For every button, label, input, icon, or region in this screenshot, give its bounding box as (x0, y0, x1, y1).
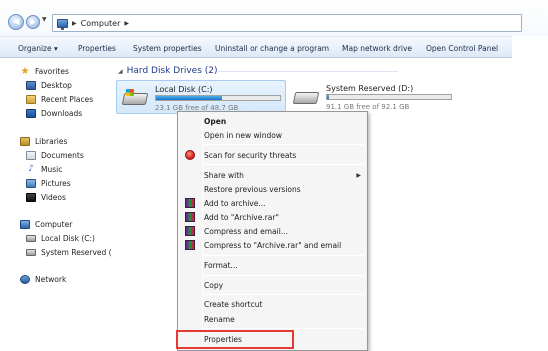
documents-icon (26, 151, 36, 160)
security-shield-icon (185, 150, 195, 160)
command-bar: Organize ▾ Properties System properties … (0, 36, 512, 58)
drive-usage-fill (156, 96, 222, 100)
videos-icon (26, 193, 36, 202)
submenu-arrow-icon: ▶ (356, 171, 361, 179)
nav-local-disk[interactable]: Local Disk (C:) (26, 234, 95, 243)
nav-pictures[interactable]: Pictures (26, 179, 71, 188)
drive-name: System Reserved (D:) (326, 84, 414, 93)
menu-separator (204, 294, 364, 295)
explorer-window: ◀ ▶ ▼ ▶ Computer ▶ Organize ▾ Properties… (0, 0, 548, 351)
nav-network[interactable]: Network (20, 275, 66, 284)
menu-separator (204, 328, 364, 329)
star-icon: ★ (20, 66, 30, 77)
pictures-icon (26, 179, 36, 188)
open-control-panel-button[interactable]: Open Control Panel (426, 44, 498, 53)
menu-separator (204, 144, 364, 145)
properties-highlight-box (176, 330, 294, 349)
recent-places-icon (26, 95, 36, 104)
libraries-icon (20, 137, 30, 146)
drive-usage-fill (327, 95, 330, 99)
menu-separator (204, 164, 364, 165)
group-divider (218, 71, 398, 72)
winrar-icon (185, 198, 195, 208)
hard-drive-icon (26, 249, 36, 256)
navigation-pane: ★ Favorites Desktop Recent Places Downloa… (0, 58, 112, 351)
downloads-icon (26, 109, 36, 118)
nav-documents[interactable]: Documents (26, 151, 84, 160)
chevron-right-icon[interactable]: ▶ (72, 20, 77, 27)
map-network-drive-button[interactable]: Map network drive (342, 44, 412, 53)
forward-button[interactable]: ▶ (26, 15, 40, 29)
recent-pages-dropdown[interactable]: ▼ (42, 16, 50, 26)
menu-item-rename[interactable]: Rename (180, 312, 365, 326)
nav-downloads[interactable]: Downloads (26, 109, 82, 118)
address-bar[interactable]: ▶ Computer ▶ (52, 14, 522, 32)
nav-music[interactable]: ♪ Music (26, 164, 62, 175)
window-margin (512, 36, 548, 351)
collapse-arrow-icon[interactable]: ◢ (118, 68, 123, 75)
nav-favorites[interactable]: ★ Favorites (20, 66, 69, 77)
computer-icon (20, 220, 30, 229)
hard-drive-icon (292, 88, 320, 106)
hard-drive-icon (121, 89, 149, 107)
chevron-right-icon[interactable]: ▶ (124, 20, 129, 27)
address-row: ◀ ▶ ▼ ▶ Computer ▶ (0, 0, 548, 36)
breadcrumb-computer[interactable]: Computer (81, 19, 121, 28)
properties-button[interactable]: Properties (78, 44, 116, 53)
drive-tile-c[interactable]: Local Disk (C:) 23.1 GB free of 48.7 GB (116, 80, 286, 114)
menu-item-format[interactable]: Format... (180, 258, 365, 272)
music-icon: ♪ (28, 164, 34, 174)
menu-item-compress-rar-email[interactable]: Compress to "Archive.rar" and email (180, 238, 365, 252)
nav-desktop[interactable]: Desktop (26, 81, 72, 90)
menu-separator (204, 275, 364, 276)
winrar-icon (185, 240, 195, 250)
menu-item-create-shortcut[interactable]: Create shortcut (180, 297, 365, 311)
uninstall-program-button[interactable]: Uninstall or change a program (215, 44, 329, 53)
winrar-icon (185, 226, 195, 236)
desktop-icon (26, 81, 36, 90)
forward-arrow-icon: ▶ (30, 18, 36, 26)
menu-item-open[interactable]: Open (180, 114, 365, 128)
network-icon (20, 275, 30, 284)
drive-name: Local Disk (C:) (155, 85, 213, 94)
menu-item-copy[interactable]: Copy (180, 278, 365, 292)
menu-item-compress-email[interactable]: Compress and email... (180, 224, 365, 238)
menu-separator (204, 255, 364, 256)
menu-item-add-rar[interactable]: Add to "Archive.rar" (180, 210, 365, 224)
nav-computer[interactable]: Computer (20, 220, 72, 229)
drive-usage-bar (326, 94, 452, 100)
menu-item-add-archive[interactable]: Add to archive... (180, 196, 365, 210)
menu-item-open-new-window[interactable]: Open in new window (180, 128, 365, 142)
drive-tile-d[interactable]: System Reserved (D:) 91.1 GB free of 92.… (288, 80, 458, 114)
group-header[interactable]: ◢ Hard Disk Drives (2) (118, 66, 218, 76)
menu-item-scan[interactable]: Scan for security threats (180, 148, 365, 162)
organize-menu[interactable]: Organize ▾ (18, 44, 58, 53)
drive-usage-bar (155, 95, 281, 101)
nav-recent-places[interactable]: Recent Places (26, 95, 93, 104)
back-button[interactable]: ◀ (8, 14, 24, 30)
nav-system-reserved[interactable]: System Reserved (D: (26, 248, 112, 257)
winrar-icon (185, 212, 195, 222)
nav-videos[interactable]: Videos (26, 193, 66, 202)
system-properties-button[interactable]: System properties (133, 44, 202, 53)
drive-free-space: 91.1 GB free of 92.1 GB (326, 103, 410, 111)
menu-item-restore[interactable]: Restore previous versions (180, 182, 365, 196)
context-menu: Open Open in new window Scan for securit… (177, 111, 368, 351)
computer-icon (57, 18, 68, 30)
nav-libraries[interactable]: Libraries (20, 137, 67, 146)
menu-item-share-with[interactable]: Share with ▶ (180, 168, 365, 182)
back-arrow-icon: ◀ (12, 17, 20, 27)
hard-drive-icon (26, 235, 36, 242)
